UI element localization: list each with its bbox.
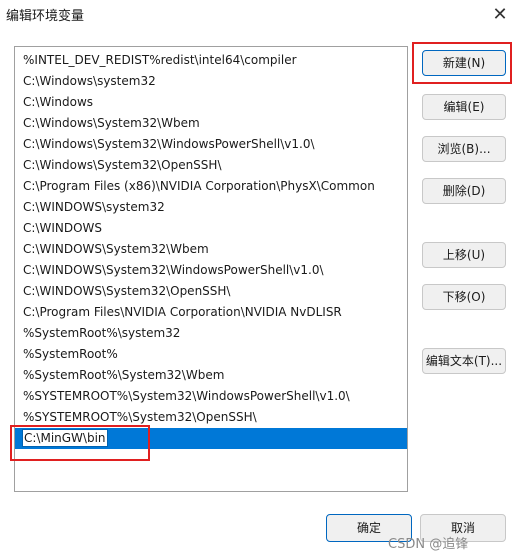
path-list-item[interactable]: C:\WINDOWS xyxy=(15,218,407,239)
path-list-item[interactable]: C:\Windows xyxy=(15,92,407,113)
path-list-item[interactable]: %SystemRoot%\system32 xyxy=(15,323,407,344)
path-list-item-editing[interactable]: C:\MinGW\bin xyxy=(15,428,407,449)
path-list-item[interactable]: %SystemRoot%\System32\Wbem xyxy=(15,365,407,386)
move-up-button[interactable]: 上移(U) xyxy=(422,242,506,268)
edit-text-button[interactable]: 编辑文本(T)... xyxy=(422,348,506,374)
delete-button[interactable]: 删除(D) xyxy=(422,178,506,204)
path-list-item[interactable]: %SYSTEMROOT%\System32\OpenSSH\ xyxy=(15,407,407,428)
edit-button[interactable]: 编辑(E) xyxy=(422,94,506,120)
new-button[interactable]: 新建(N) xyxy=(422,50,506,76)
path-list-item[interactable]: C:\WINDOWS\System32\WindowsPowerShell\v1… xyxy=(15,260,407,281)
browse-button[interactable]: 浏览(B)... xyxy=(422,136,506,162)
watermark: CSDN @追锋 xyxy=(388,537,469,552)
path-list-item[interactable]: C:\WINDOWS\System32\Wbem xyxy=(15,239,407,260)
title-bar: 编辑环境变量 ✕ xyxy=(0,0,518,28)
path-list-item[interactable]: C:\WINDOWS\system32 xyxy=(15,197,407,218)
move-down-button[interactable]: 下移(O) xyxy=(422,284,506,310)
path-edit-input[interactable]: C:\MinGW\bin xyxy=(22,429,108,447)
path-list-item[interactable]: C:\Windows\System32\WindowsPowerShell\v1… xyxy=(15,134,407,155)
path-list-item[interactable]: C:\Program Files (x86)\NVIDIA Corporatio… xyxy=(15,176,407,197)
close-icon[interactable]: ✕ xyxy=(488,2,512,26)
path-list-item[interactable]: %INTEL_DEV_REDIST%redist\intel64\compile… xyxy=(15,50,407,71)
path-list[interactable]: %INTEL_DEV_REDIST%redist\intel64\compile… xyxy=(14,46,408,492)
path-list-item[interactable]: %SystemRoot% xyxy=(15,344,407,365)
path-list-item[interactable]: C:\Program Files\NVIDIA Corporation\NVID… xyxy=(15,302,407,323)
path-list-item[interactable]: %SYSTEMROOT%\System32\WindowsPowerShell\… xyxy=(15,386,407,407)
path-list-item[interactable]: C:\WINDOWS\System32\OpenSSH\ xyxy=(15,281,407,302)
path-list-item[interactable]: C:\Windows\System32\OpenSSH\ xyxy=(15,155,407,176)
window-title: 编辑环境变量 xyxy=(6,9,85,24)
path-list-item[interactable]: C:\Windows\system32 xyxy=(15,71,407,92)
path-list-item[interactable]: C:\Windows\System32\Wbem xyxy=(15,113,407,134)
